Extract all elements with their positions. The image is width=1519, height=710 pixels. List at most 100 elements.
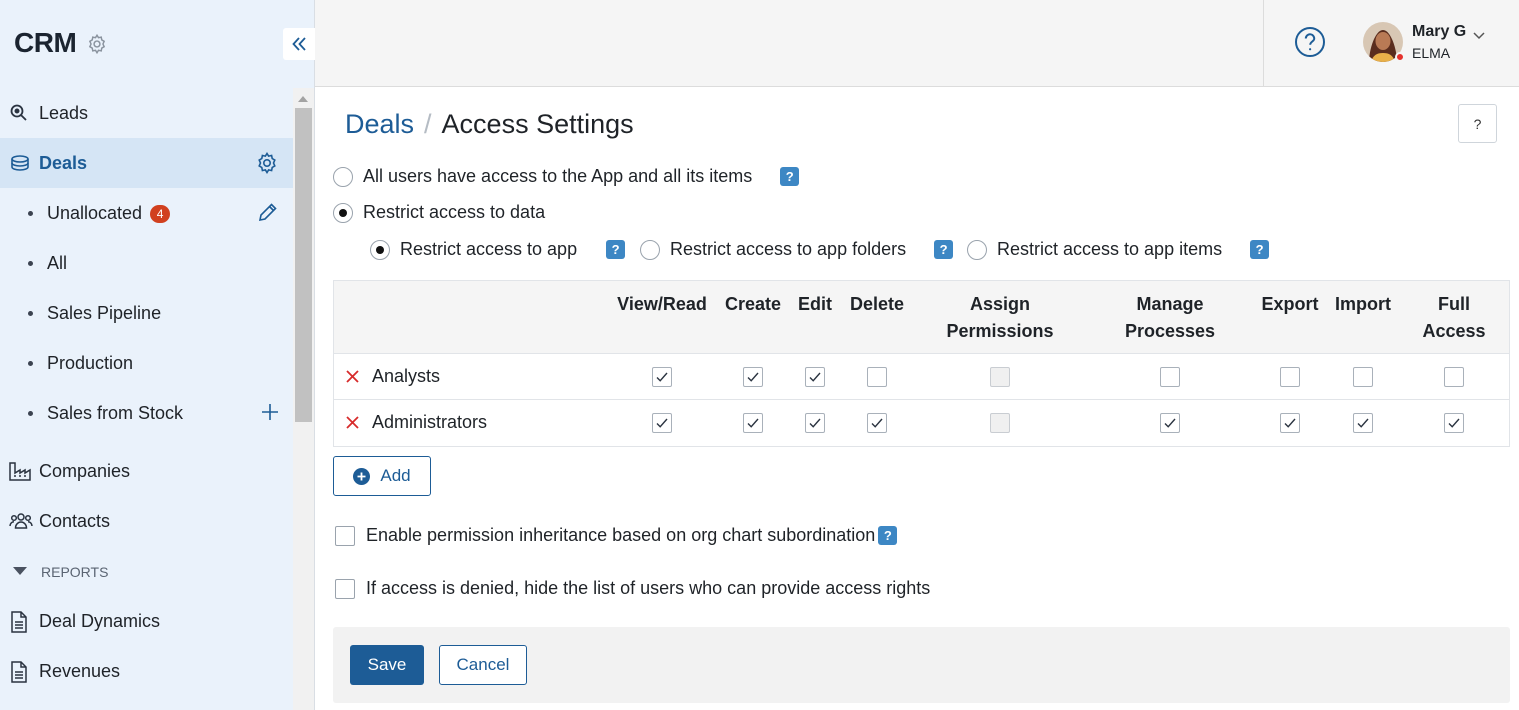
hide-users-option[interactable]: If access is denied, hide the list of us…: [335, 578, 930, 599]
remove-x-icon[interactable]: [346, 370, 359, 388]
radio-restrict-app[interactable]: Restrict access to app ?: [370, 239, 626, 260]
sidebar-item-deals[interactable]: Deals: [0, 138, 293, 188]
radio-button[interactable]: [967, 239, 987, 260]
radio-button[interactable]: [333, 166, 353, 187]
sidebar-item-label: All: [47, 252, 68, 273]
help-badge-icon[interactable]: ?: [934, 240, 954, 259]
status-dot: [1395, 52, 1405, 62]
permission-checkbox-checked[interactable]: [743, 367, 763, 387]
remove-x-icon[interactable]: [346, 416, 359, 434]
column-header-line: Edit: [798, 294, 832, 314]
plus-icon[interactable]: [261, 403, 279, 426]
permission-checkbox-checked[interactable]: [867, 413, 887, 433]
bullet-icon: [28, 361, 33, 366]
breadcrumb: Deals / Access Settings: [345, 109, 634, 140]
cancel-button[interactable]: Cancel: [439, 645, 527, 685]
column-header-line: Permissions: [946, 321, 1054, 341]
divider: [1263, 0, 1264, 87]
sidebar: CRM Leads Deals Unallocated 4 All Sales …: [0, 0, 315, 710]
user-org: ELMA: [1412, 45, 1451, 61]
column-header-line: Delete: [849, 294, 905, 314]
permission-checkbox-checked[interactable]: [1160, 413, 1180, 433]
permission-checkbox[interactable]: [1444, 367, 1464, 387]
permission-checkbox-checked[interactable]: [743, 413, 763, 433]
sidebar-item-deal-dynamics[interactable]: Deal Dynamics: [0, 596, 293, 646]
double-chevron-left-icon: [292, 37, 306, 51]
sidebar-item-all[interactable]: All: [0, 238, 293, 288]
radio-label: Restrict access to data: [363, 202, 546, 222]
radio-button-selected[interactable]: [333, 202, 353, 223]
breadcrumb-deals-link[interactable]: Deals: [345, 109, 414, 139]
save-button[interactable]: Save: [350, 645, 424, 685]
radio-label: Restrict access to app items: [997, 239, 1223, 259]
permission-checkbox[interactable]: [1160, 367, 1180, 387]
radio-label: Restrict access to app folders: [670, 239, 907, 259]
permission-checkbox-checked[interactable]: [1280, 413, 1300, 433]
permission-checkbox-checked[interactable]: [652, 413, 672, 433]
sidebar-item-contacts[interactable]: Contacts: [0, 496, 293, 546]
help-badge-icon[interactable]: ?: [1250, 240, 1270, 259]
column-header-line: Access: [1422, 321, 1486, 341]
radio-restrict-access[interactable]: Restrict access to data: [333, 202, 545, 223]
sidebar-item-production[interactable]: Production: [0, 338, 293, 388]
sidebar-item-unallocated[interactable]: Unallocated 4: [0, 188, 293, 238]
permission-checkbox[interactable]: [1280, 367, 1300, 387]
avatar[interactable]: [1363, 22, 1405, 62]
deals-settings-gear-icon[interactable]: [255, 151, 279, 180]
sidebar-item-sales-pipeline[interactable]: Sales Pipeline: [0, 288, 293, 338]
bullet-icon: [28, 411, 33, 416]
column-header-line: Import: [1335, 294, 1391, 314]
radio-button[interactable]: [640, 239, 660, 260]
help-badge-icon[interactable]: ?: [878, 526, 898, 545]
permission-checkbox[interactable]: [1353, 367, 1373, 387]
form-footer: Save Cancel: [333, 627, 1510, 703]
sidebar-item-revenues[interactable]: Revenues: [0, 646, 293, 696]
role-name: Analysts: [372, 366, 441, 386]
app-settings-gear-icon[interactable]: [86, 33, 108, 60]
column-header: Edit: [798, 291, 832, 318]
stack-icon: [9, 153, 29, 173]
sidebar-scrollbar[interactable]: [293, 88, 314, 710]
checkbox[interactable]: [335, 525, 355, 546]
help-circle-icon[interactable]: [1294, 26, 1326, 63]
checkbox-label: Enable permission inheritance based on o…: [366, 525, 876, 545]
permission-checkbox[interactable]: [867, 367, 887, 387]
inheritance-option[interactable]: Enable permission inheritance based on o…: [335, 525, 898, 546]
radio-button-selected[interactable]: [370, 239, 390, 260]
reports-section-toggle[interactable]: REPORTS: [0, 546, 293, 596]
permission-checkbox-checked[interactable]: [805, 413, 825, 433]
help-badge-icon[interactable]: ?: [606, 240, 626, 259]
sidebar-item-label: Deals: [39, 152, 88, 173]
permission-checkbox: [990, 413, 1010, 433]
sidebar-header: CRM: [0, 0, 315, 88]
permission-checkbox-checked[interactable]: [1353, 413, 1373, 433]
permission-checkbox-checked[interactable]: [805, 367, 825, 387]
checkbox[interactable]: [335, 578, 355, 599]
sidebar-item-leads[interactable]: Leads: [0, 88, 293, 138]
sidebar-item-label: Contacts: [39, 510, 111, 531]
sidebar-item-label: Deal Dynamics: [39, 610, 161, 631]
help-badge-icon[interactable]: ?: [780, 167, 800, 186]
scroll-up-arrow-icon[interactable]: [298, 96, 308, 102]
sidebar-item-label: Sales Pipeline: [47, 302, 162, 323]
factory-icon: [9, 461, 31, 481]
radio-all-users[interactable]: All users have access to the App and all…: [333, 166, 800, 187]
sidebar-item-label: Leads: [39, 102, 89, 123]
permission-checkbox-checked[interactable]: [652, 367, 672, 387]
pencil-icon[interactable]: [257, 201, 279, 228]
collapse-sidebar-button[interactable]: [283, 28, 315, 60]
sidebar-item-companies[interactable]: Companies: [0, 446, 293, 496]
top-bar: Mary G ELMA: [315, 0, 1519, 87]
chevron-down-icon[interactable]: [1473, 27, 1485, 45]
add-button[interactable]: Add: [333, 456, 431, 496]
app-title: CRM: [14, 27, 77, 58]
permission-checkbox: [990, 367, 1010, 387]
user-name[interactable]: Mary G: [1412, 23, 1466, 41]
radio-restrict-folders[interactable]: Restrict access to app folders ?: [640, 239, 954, 260]
scroll-thumb[interactable]: [295, 108, 312, 422]
page-help-button[interactable]: ?: [1458, 104, 1497, 143]
column-header: Full Access: [1422, 291, 1485, 345]
sidebar-item-sales-from-stock[interactable]: Sales from Stock: [0, 388, 293, 438]
radio-restrict-items[interactable]: Restrict access to app items ?: [967, 239, 1270, 260]
permission-checkbox-checked[interactable]: [1444, 413, 1464, 433]
